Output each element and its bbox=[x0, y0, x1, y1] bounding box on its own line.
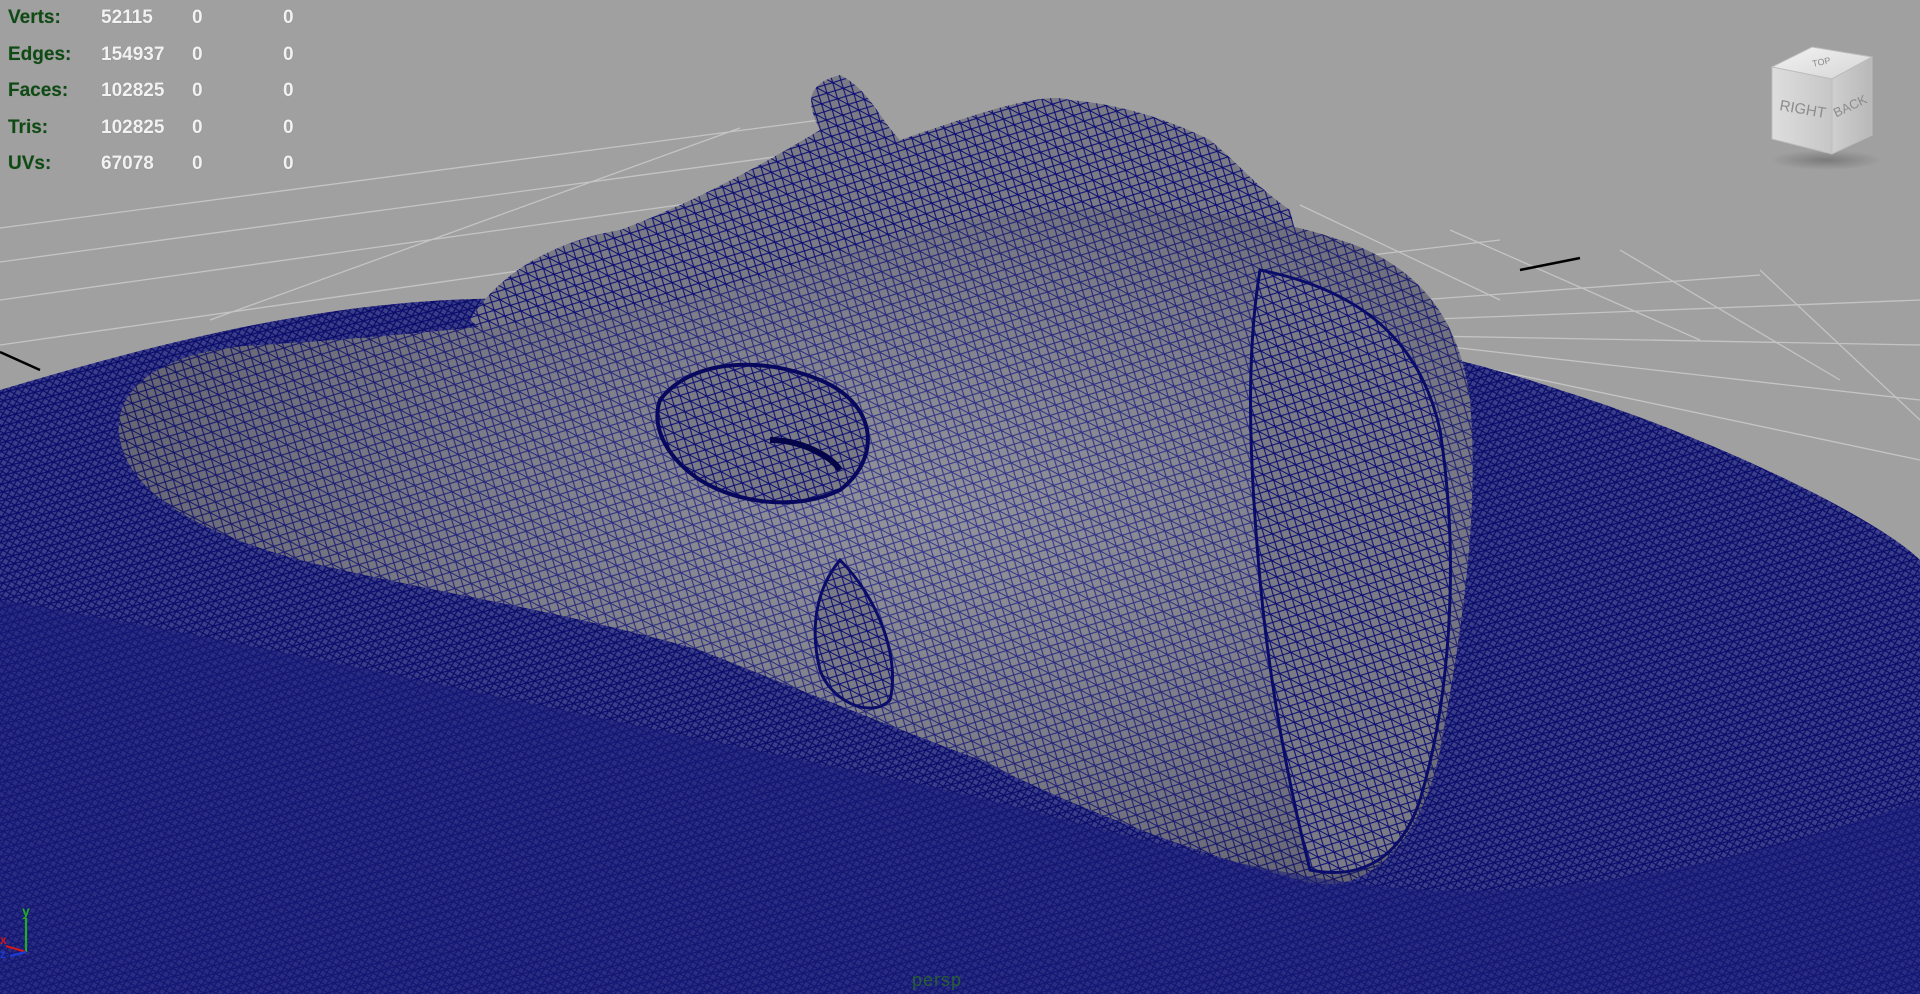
z-axis-line bbox=[9, 950, 27, 958]
hud-total-value: 154937 bbox=[101, 43, 165, 65]
hud-total-value: 102825 bbox=[101, 80, 165, 101]
hud-triangles-value: 0 bbox=[283, 80, 294, 101]
hud-total-value: 102825 bbox=[101, 116, 165, 138]
viewcube-icon[interactable]: TOP RIGHT BACK bbox=[1760, 42, 1890, 172]
y-axis-label: y bbox=[22, 903, 30, 919]
hud-total-value: 52115 bbox=[101, 7, 153, 28]
hud-selected-value: 0 bbox=[192, 43, 203, 65]
hud-stat-label: Edges: bbox=[8, 43, 72, 65]
maya-viewport[interactable]: Verts: 52115 0 0 Edges: 154937 0 0 Faces: 102825 0… bbox=[0, 0, 1920, 994]
x-axis-line bbox=[5, 944, 27, 954]
camera-name-label: persp bbox=[912, 970, 963, 990]
z-axis-label: z bbox=[0, 947, 6, 960]
hud-triangles-value: 0 bbox=[283, 7, 294, 28]
x-axis-label: x bbox=[0, 933, 7, 947]
hud-selected-value: 0 bbox=[192, 153, 203, 174]
hud-total-value: 67078 bbox=[101, 153, 154, 174]
hud-triangles-value: 0 bbox=[283, 43, 294, 65]
hud-selected-value: 0 bbox=[192, 116, 203, 138]
hud-triangles-value: 0 bbox=[283, 116, 294, 138]
hud-selected-value: 0 bbox=[192, 80, 203, 101]
hud-stat-label: Tris: bbox=[8, 116, 49, 138]
hud-stat-label: Faces: bbox=[8, 80, 69, 101]
hud-triangles-value: 0 bbox=[283, 153, 294, 174]
axis-gizmo-icon: y x z bbox=[0, 903, 30, 960]
hud-selected-value: 0 bbox=[192, 7, 203, 28]
hud-stat-label: Verts: bbox=[8, 7, 61, 28]
hud-stat-label: UVs: bbox=[8, 153, 52, 174]
